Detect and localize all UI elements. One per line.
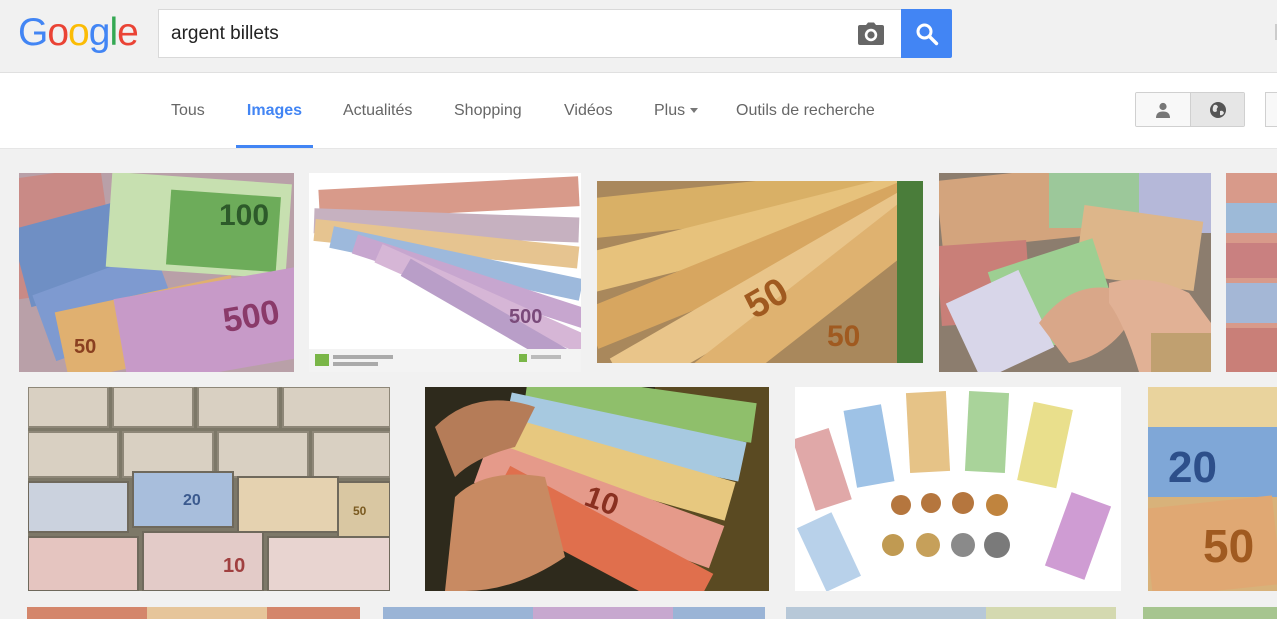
- image-result[interactable]: [795, 387, 1121, 591]
- image-result[interactable]: [27, 607, 360, 619]
- image-result[interactable]: 20 50: [1148, 387, 1277, 591]
- logo-letter-e: e: [117, 11, 139, 54]
- tab-news[interactable]: Actualités: [343, 73, 412, 148]
- image-result[interactable]: [1226, 173, 1277, 372]
- camera-icon[interactable]: [857, 22, 885, 46]
- search-tabs-bar: Tous Images Actualités Shopping Vidéos P…: [0, 73, 1277, 149]
- header: Google: [0, 0, 1277, 73]
- image-result[interactable]: 10: [425, 387, 769, 591]
- image-result[interactable]: [786, 607, 1116, 619]
- chevron-down-icon: [690, 108, 699, 114]
- google-logo[interactable]: Google: [18, 10, 139, 56]
- image-result[interactable]: [1143, 607, 1277, 619]
- svg-text:50: 50: [827, 320, 860, 353]
- logo-letter-l: l: [109, 11, 118, 54]
- svg-text:50: 50: [74, 336, 96, 358]
- apps-icon-edge[interactable]: [1265, 24, 1277, 40]
- tab-shopping[interactable]: Shopping: [454, 73, 522, 148]
- person-icon: [1156, 102, 1170, 118]
- svg-text:50: 50: [353, 504, 367, 518]
- settings-button-edge[interactable]: [1265, 92, 1277, 127]
- logo-letter-o2: o: [68, 11, 90, 54]
- image-results-grid: 100 500 50 500 50 50 20 10 50 10 20 50: [0, 149, 1277, 619]
- logo-letter-o1: o: [47, 11, 69, 54]
- safesearch-toggle: [1135, 92, 1245, 127]
- tab-images[interactable]: Images: [236, 73, 313, 148]
- tab-videos[interactable]: Vidéos: [564, 73, 613, 148]
- image-result[interactable]: [383, 607, 765, 619]
- svg-text:50: 50: [1203, 520, 1254, 572]
- global-results-button[interactable]: [1191, 93, 1244, 126]
- image-result[interactable]: 20 10 50: [28, 387, 390, 591]
- svg-text:20: 20: [183, 492, 201, 509]
- svg-text:20: 20: [1168, 443, 1217, 492]
- search-box: [158, 9, 902, 58]
- globe-icon: [1210, 102, 1226, 118]
- search-icon: [916, 23, 939, 46]
- tab-more-label: Plus: [654, 102, 686, 119]
- tab-search-tools[interactable]: Outils de recherche: [736, 73, 875, 148]
- logo-letter-g2: g: [88, 11, 111, 54]
- image-result[interactable]: 50 50: [597, 181, 923, 363]
- tab-more[interactable]: Plus: [654, 73, 699, 148]
- svg-text:500: 500: [509, 306, 542, 328]
- image-result[interactable]: 100 500 50: [19, 173, 294, 372]
- logo-letter-g: G: [18, 11, 48, 54]
- image-result[interactable]: 500: [309, 173, 581, 372]
- search-button[interactable]: [901, 9, 952, 58]
- svg-text:10: 10: [223, 555, 245, 577]
- image-result[interactable]: [939, 173, 1211, 372]
- tab-all[interactable]: Tous: [171, 73, 205, 148]
- personal-results-button[interactable]: [1136, 93, 1191, 126]
- svg-text:100: 100: [219, 199, 269, 232]
- search-input[interactable]: [171, 10, 831, 57]
